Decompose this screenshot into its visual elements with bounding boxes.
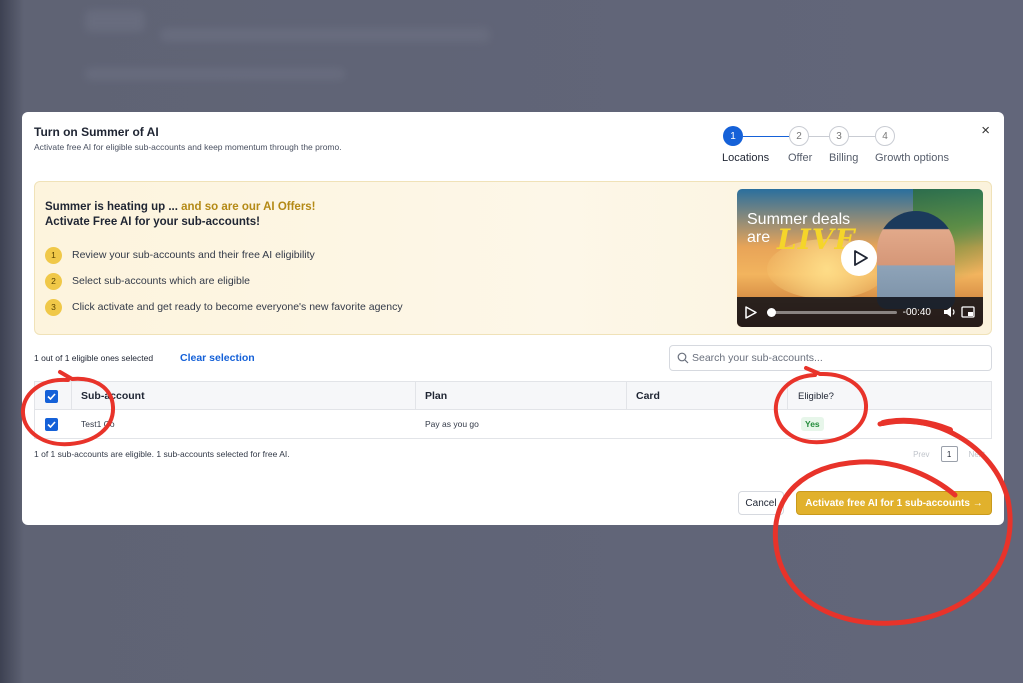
step-3-circle[interactable]: 3 <box>829 126 849 146</box>
step-label-locations[interactable]: Locations <box>722 152 769 164</box>
column-divider <box>71 382 72 410</box>
step-2-circle[interactable]: 2 <box>789 126 809 146</box>
header-eligible[interactable]: Eligible? <box>798 382 834 410</box>
select-all-checkbox[interactable] <box>45 389 58 403</box>
promo-banner: Summer is heating up ... and so are our … <box>34 181 992 335</box>
blurred-background-header <box>160 28 490 42</box>
prev-page-button[interactable]: Prev <box>908 448 934 461</box>
step-connector <box>849 136 875 137</box>
selection-info: 1 out of 1 eligible ones selected <box>34 353 154 363</box>
subaccounts-table: Sub-account Plan Card Eligible? Test1 Co… <box>34 381 992 439</box>
checkmark-icon <box>47 392 56 400</box>
header-plan-label: Plan <box>425 390 448 402</box>
promo-subheading: Activate Free AI for your sub-accounts! <box>45 216 260 228</box>
clear-selection-link[interactable]: Clear selection <box>180 352 255 364</box>
search-input[interactable] <box>692 349 982 367</box>
cell-subaccount: Test1 Co <box>81 410 115 438</box>
eligible-badge: Yes <box>801 417 824 431</box>
pagination: Prev 1 Next <box>908 446 990 462</box>
step-1-circle[interactable]: 1 <box>723 126 743 146</box>
column-divider <box>626 382 627 410</box>
modal-subtitle: Activate free AI for eligible sub-accoun… <box>34 142 342 152</box>
promo-heading-highlight: and so are our AI Offers! <box>181 201 316 213</box>
video-controls: -00:40 <box>737 297 983 327</box>
subaccount-name: Test1 Co <box>81 419 115 429</box>
promo-step-text: Select sub-accounts which are eligible <box>72 275 251 287</box>
promo-step-3: 3 Click activate and get ready to become… <box>45 298 403 316</box>
step-label-billing[interactable]: Billing <box>829 152 858 164</box>
search-box[interactable] <box>669 345 992 371</box>
picture-in-picture-icon[interactable] <box>961 305 975 319</box>
search-icon <box>677 352 689 364</box>
cell-plan: Pay as you go <box>425 410 479 438</box>
current-page-button[interactable]: 1 <box>940 446 958 462</box>
next-page-button[interactable]: Next <box>964 448 990 461</box>
checkmark-icon <box>47 420 56 428</box>
step-number-badge: 1 <box>45 246 62 264</box>
header-subaccount-label: Sub-account <box>81 390 145 402</box>
step-connector <box>743 136 789 137</box>
blurred-background-text <box>85 68 345 80</box>
wizard-stepper: 1 2 3 4 Locations Offer Billing Growth o… <box>722 126 972 166</box>
cancel-button[interactable]: Cancel <box>738 491 784 515</box>
video-presenter <box>877 211 955 309</box>
volume-icon[interactable] <box>943 305 957 319</box>
header-card-label: Card <box>636 390 660 402</box>
play-icon[interactable] <box>841 240 877 276</box>
header-plan[interactable]: Plan <box>425 382 447 410</box>
select-all-cell <box>45 382 58 410</box>
promo-step-2: 2 Select sub-accounts which are eligible <box>45 272 250 290</box>
play-icon[interactable] <box>745 305 759 319</box>
summer-of-ai-modal: Turn on Summer of AI Activate free AI fo… <box>22 112 1004 525</box>
header-card[interactable]: Card <box>636 382 660 410</box>
header-subaccount[interactable]: Sub-account <box>81 382 145 410</box>
step-label-offer[interactable]: Offer <box>788 152 812 164</box>
row-checkbox-cell <box>45 410 58 438</box>
video-overlay-line2: are <box>747 229 771 246</box>
video-time: -00:40 <box>902 306 931 318</box>
column-divider <box>787 382 788 410</box>
header-eligible-label: Eligible? <box>798 390 834 402</box>
promo-step-text: Review your sub-accounts and their free … <box>72 249 315 261</box>
eligibility-summary: 1 of 1 sub-accounts are eligible. 1 sub-… <box>34 449 290 459</box>
step-4-circle[interactable]: 4 <box>875 126 895 146</box>
modal-title: Turn on Summer of AI <box>34 125 159 139</box>
promo-video-player[interactable]: Summer deals are LIVE -00:40 <box>737 189 983 327</box>
table-header: Sub-account Plan Card Eligible? <box>35 382 991 410</box>
cell-eligible: Yes <box>801 410 824 438</box>
promo-heading: Summer is heating up ... and so are our … <box>45 201 316 213</box>
table-row[interactable]: Test1 Co Pay as you go Yes <box>35 410 991 438</box>
step-number-badge: 2 <box>45 272 62 290</box>
video-progress-track[interactable] <box>767 307 897 317</box>
close-icon[interactable]: × <box>981 123 990 138</box>
step-connector <box>809 136 829 137</box>
column-divider <box>415 382 416 410</box>
activate-free-ai-button[interactable]: Activate free AI for 1 sub-accounts → <box>796 491 992 515</box>
blurred-background-logo <box>85 10 145 32</box>
step-label-growth-options[interactable]: Growth options <box>875 152 949 164</box>
promo-heading-prefix: Summer is heating up ... <box>45 201 182 213</box>
promo-step-1: 1 Review your sub-accounts and their fre… <box>45 246 315 264</box>
row-checkbox[interactable] <box>45 417 58 431</box>
plan-name: Pay as you go <box>425 419 479 429</box>
promo-step-text: Click activate and get ready to become e… <box>72 301 403 313</box>
video-progress-thumb[interactable] <box>767 307 776 317</box>
step-number-badge: 3 <box>45 298 62 316</box>
